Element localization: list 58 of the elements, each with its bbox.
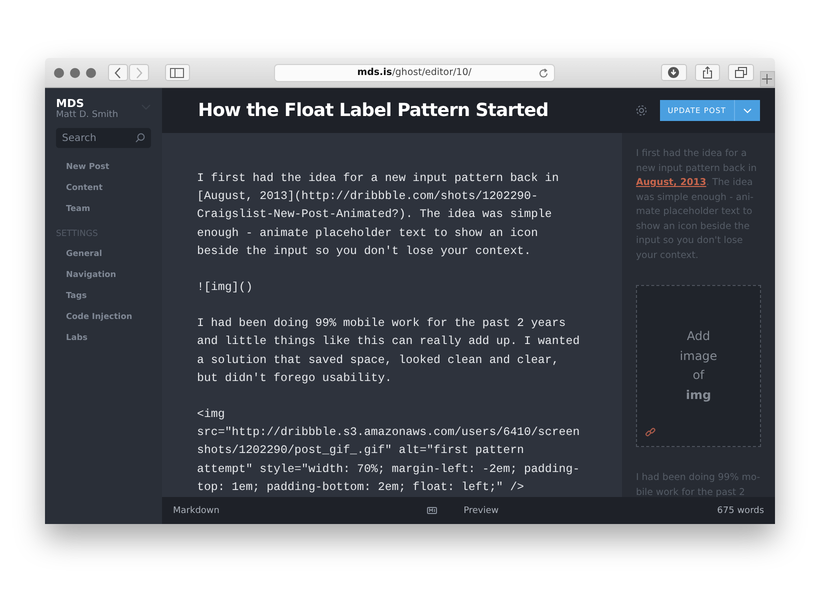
settings-icon[interactable] bbox=[634, 104, 648, 117]
markdown-line: but didn't forego usability. bbox=[197, 370, 393, 387]
close-light-icon[interactable] bbox=[54, 68, 64, 78]
markdown-line: [August, 2013](http://dribbble.com/shots/1202290- bbox=[197, 189, 539, 206]
preview-label: Preview bbox=[464, 506, 500, 516]
tabs-icon bbox=[735, 67, 747, 78]
markdown-line: ![img]() bbox=[197, 280, 254, 296]
address-field[interactable]: mds.is/ghost/editor/10/ bbox=[274, 64, 556, 82]
caret-icon[interactable] bbox=[743, 108, 752, 114]
tabs-button[interactable] bbox=[728, 64, 754, 81]
nav-link[interactable]: Tags bbox=[56, 285, 151, 306]
word-count: 675 words bbox=[717, 506, 764, 516]
markdown-line: enough - animate placeholder text to show an icon bbox=[197, 226, 539, 242]
image-upload-area[interactable]: Add image of img bbox=[636, 285, 761, 447]
nav-link[interactable]: Labs bbox=[56, 327, 151, 348]
nav-link[interactable]: Navigation bbox=[56, 264, 151, 285]
blog-title: MDS bbox=[56, 98, 85, 110]
share-button[interactable] bbox=[694, 64, 720, 81]
markdown-line: beside the input so you don't lose your context. bbox=[197, 244, 532, 260]
plus-icon bbox=[762, 74, 772, 84]
new-tab-button[interactable] bbox=[760, 71, 775, 87]
chevron-right-icon bbox=[135, 66, 143, 78]
share-icon bbox=[702, 66, 713, 79]
post-title[interactable]: How the Float Label Pattern Started bbox=[198, 100, 635, 121]
markdown-line: src="http://dribbble.s3.amazonaws.com/users/6410/screen bbox=[197, 425, 581, 442]
download-button[interactable] bbox=[661, 64, 687, 81]
markdown-line: I first had the idea for a new input pattern back in bbox=[197, 171, 560, 187]
search-icon bbox=[135, 133, 145, 143]
markdown-line: top: 1em; padding-bottom: 2em; float: left;" /> bbox=[197, 480, 525, 496]
markdown-line: shots/1202290/post_gif_.gif" alt="first pattern bbox=[197, 443, 525, 460]
image-name: img bbox=[686, 386, 712, 404]
markdown-label: Markdown bbox=[173, 506, 220, 516]
link-icon[interactable] bbox=[645, 427, 656, 438]
markdown-line: <img bbox=[197, 407, 226, 424]
zoom-light-icon[interactable] bbox=[86, 68, 96, 78]
nav-link[interactable]: Content bbox=[56, 177, 151, 198]
chevron-left-icon bbox=[114, 66, 122, 78]
markdown-line: a solution that saved space, looked clean and clear, bbox=[197, 352, 560, 369]
minimize-light-icon[interactable] bbox=[70, 68, 80, 78]
back-button[interactable] bbox=[108, 64, 128, 81]
nav-link[interactable]: Code Injection bbox=[56, 306, 151, 327]
markdown-line: and little things like this can really add up. I wanted bbox=[197, 334, 581, 350]
markdown-icon[interactable] bbox=[426, 507, 437, 514]
sidebar-icon bbox=[170, 68, 184, 78]
upload-prompt: image bbox=[680, 348, 718, 364]
sidebar-toggle-button[interactable] bbox=[165, 64, 190, 81]
reload-icon[interactable] bbox=[538, 68, 550, 78]
download-icon bbox=[668, 67, 680, 78]
nav-link[interactable]: General bbox=[56, 243, 151, 264]
markdown-line: Craigslist-New-Post-Animated?). The idea was simple bbox=[197, 207, 553, 224]
search-field[interactable]: Search bbox=[56, 128, 151, 148]
upload-prompt: Add bbox=[686, 328, 710, 345]
user-name: Matt D. Smith bbox=[56, 110, 118, 120]
nav-link[interactable]: Team bbox=[56, 198, 151, 219]
markdown-line: I had been doing 99% mobile work for the past 2 years bbox=[197, 316, 567, 332]
upload-prompt: of bbox=[692, 367, 704, 384]
nav-link[interactable]: New Post bbox=[56, 156, 151, 177]
markdown-line: attempt" style="width: 70%; margin-left: -2em; padding- bbox=[197, 462, 581, 478]
